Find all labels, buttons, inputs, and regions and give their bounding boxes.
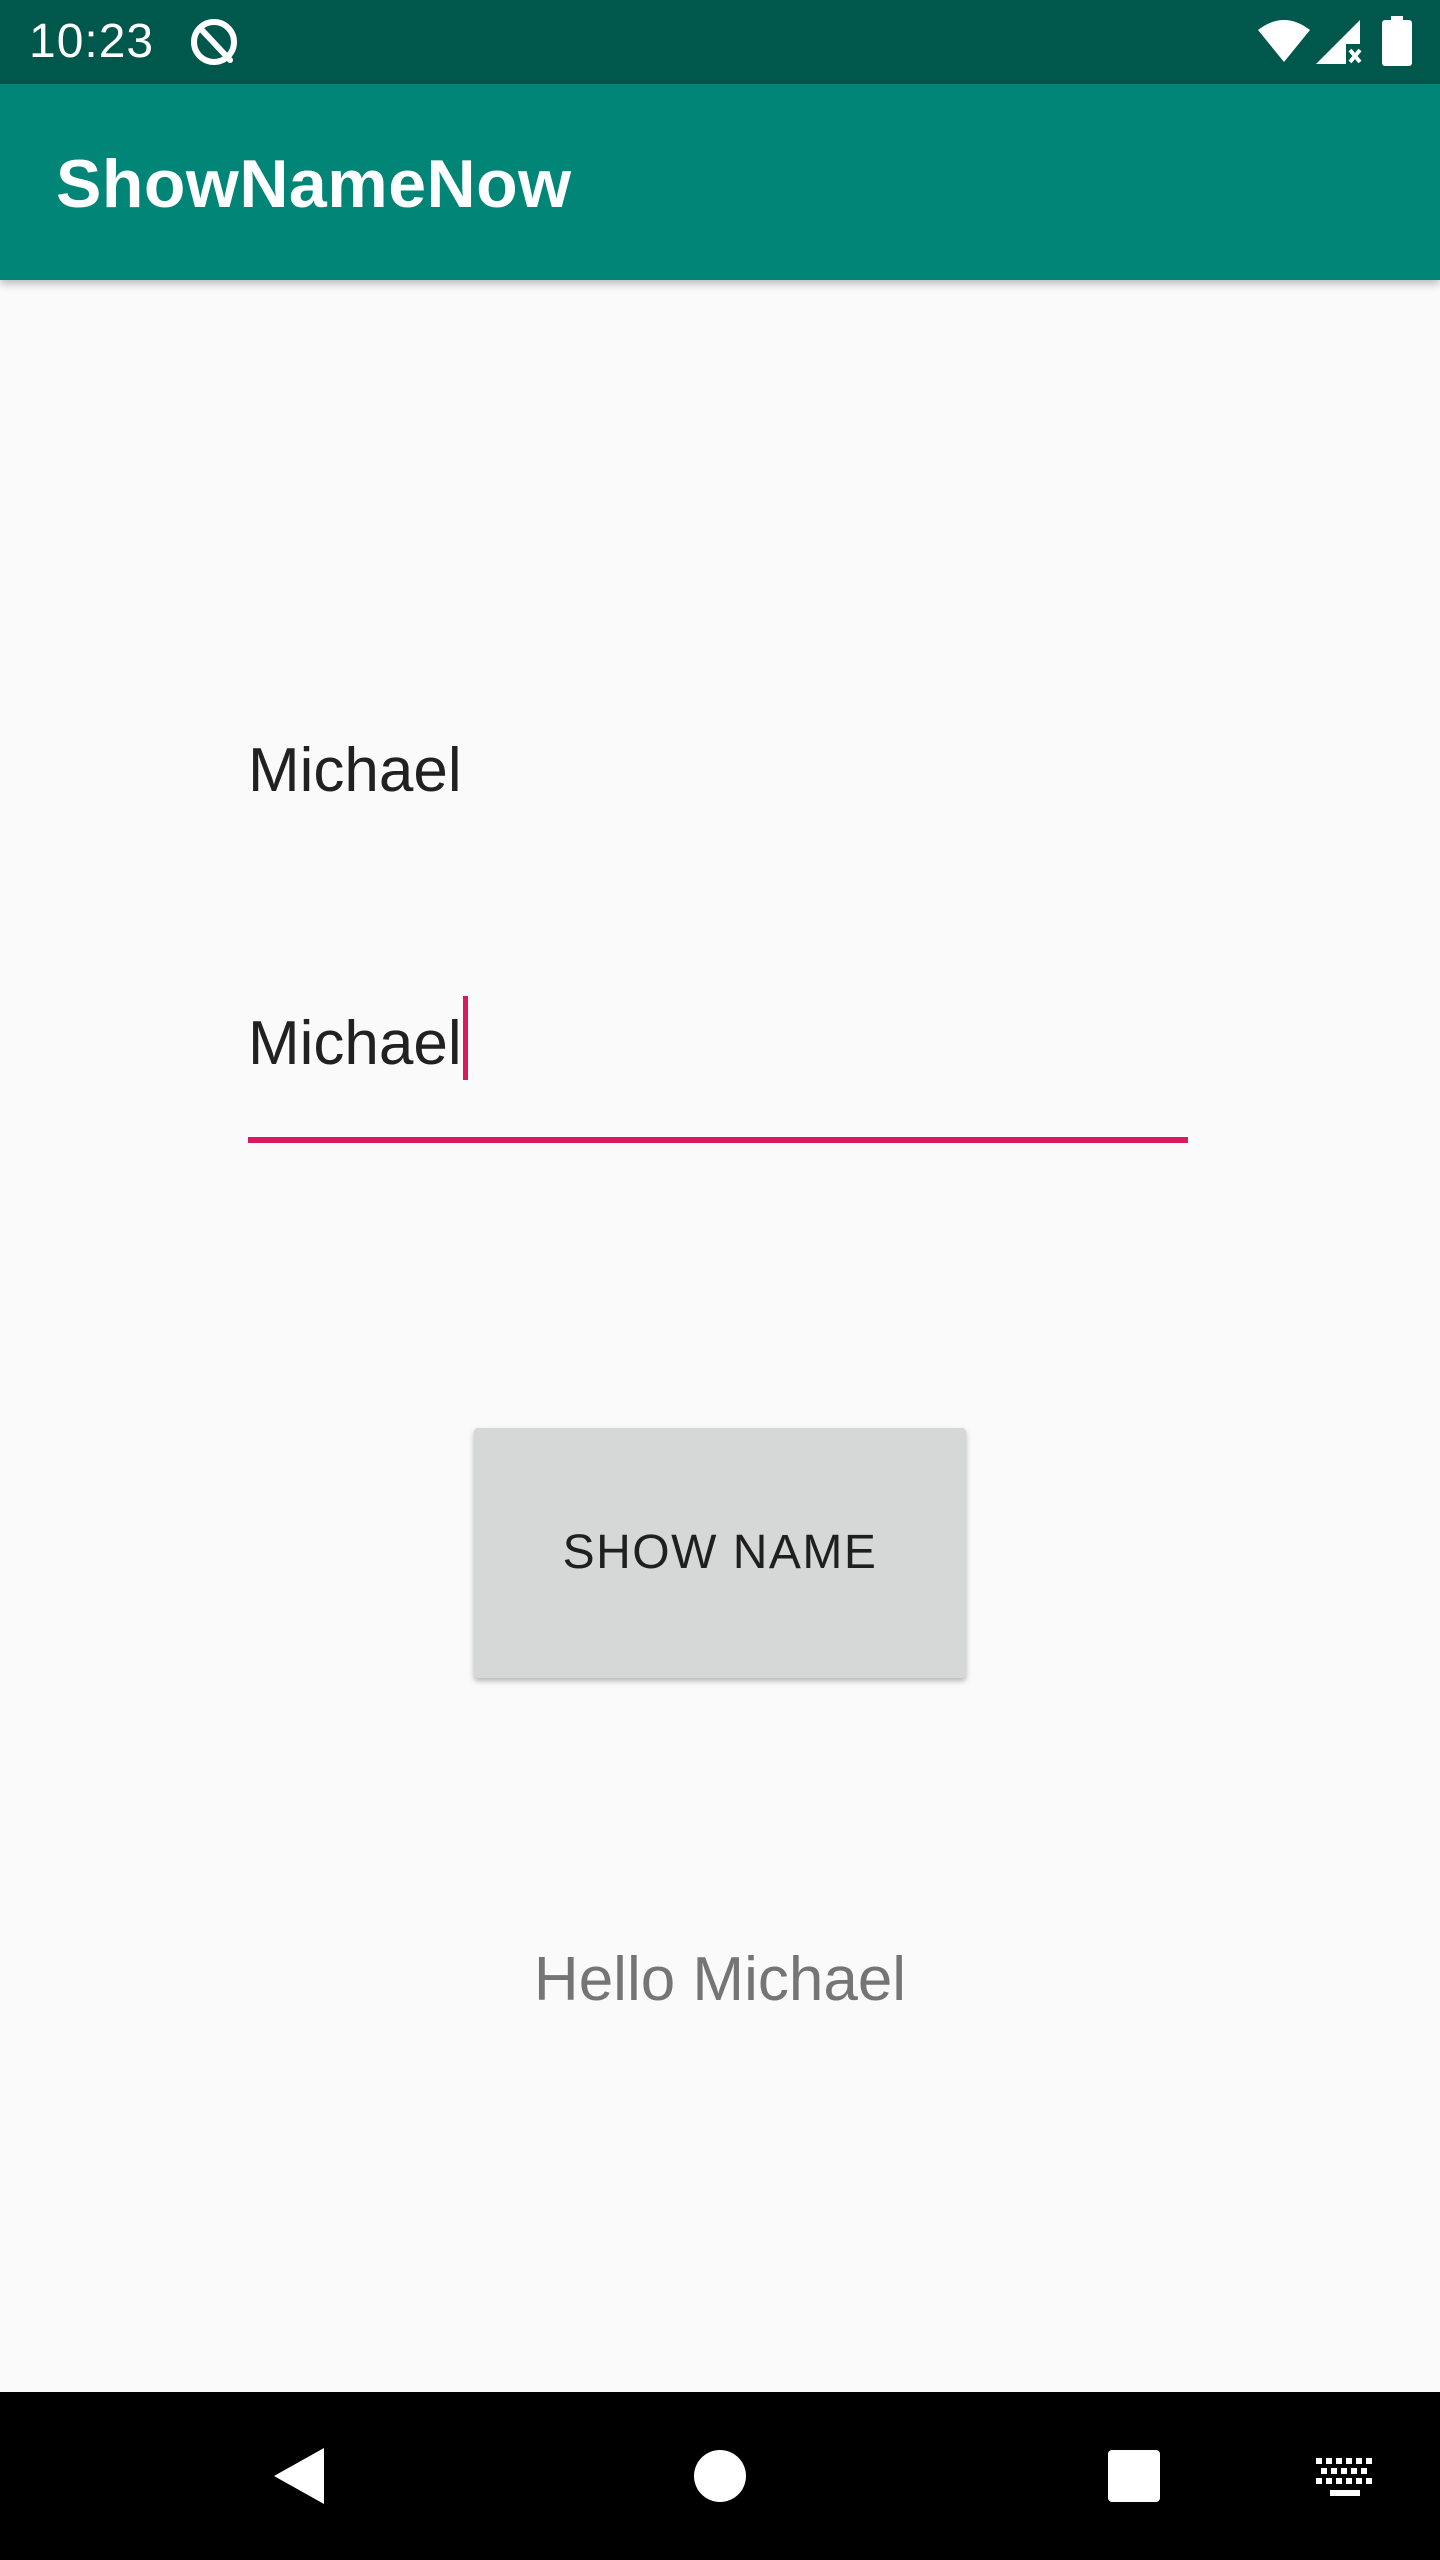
input-underline — [248, 1137, 1188, 1143]
name-input[interactable] — [248, 700, 1188, 840]
sync-disabled-icon — [191, 19, 237, 65]
text-cursor — [462, 996, 468, 1080]
cell-signal-no-data-icon — [1316, 20, 1362, 64]
greeting-text: Hello Michael — [533, 1945, 907, 2014]
app-title: ShowNameNow — [56, 146, 572, 222]
navigation-bar — [0, 2392, 1440, 2560]
status-bar: 10:23 — [0, 0, 1440, 84]
battery-icon — [1382, 16, 1412, 66]
home-icon[interactable] — [690, 2446, 750, 2506]
main-content: Michael SHOW NAME Hello Michael — [0, 280, 1440, 2392]
name-field[interactable]: Michael — [248, 700, 1188, 1146]
recents-icon[interactable] — [1106, 2448, 1162, 2504]
show-name-button[interactable]: SHOW NAME — [474, 1428, 966, 1678]
wifi-icon — [1258, 20, 1310, 62]
status-time: 10:23 — [29, 15, 155, 68]
name-input-text: Michael — [248, 996, 468, 1080]
app-bar: ShowNameNow — [0, 84, 1440, 280]
name-input-value: Michael — [248, 1009, 462, 1078]
back-icon[interactable] — [268, 2444, 332, 2508]
keyboard-icon[interactable] — [1316, 2458, 1374, 2498]
